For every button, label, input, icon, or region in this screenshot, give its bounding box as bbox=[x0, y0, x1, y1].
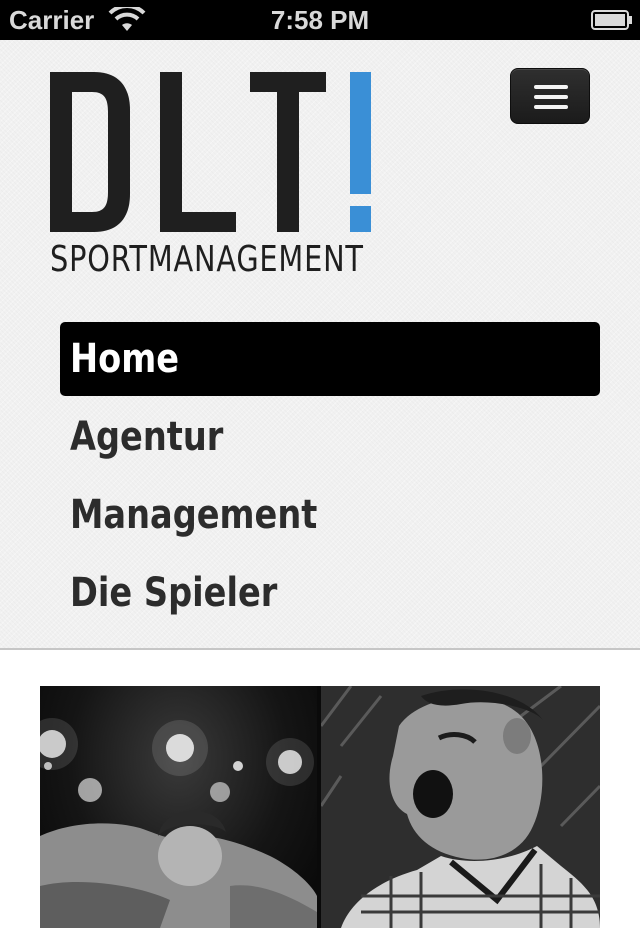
site-header: SPORTMANAGEMENT Home Agentur Management … bbox=[0, 40, 640, 650]
clock-time: 7:58 PM bbox=[270, 5, 370, 35]
battery-icon bbox=[591, 10, 632, 30]
player-push-up-photo bbox=[40, 686, 317, 928]
nav-item-home[interactable]: Home bbox=[60, 322, 600, 396]
nav-item-management[interactable]: Management bbox=[60, 478, 600, 552]
nav-item-label: Management bbox=[70, 492, 318, 538]
nav-item-die-spieler[interactable]: Die Spieler bbox=[60, 556, 600, 630]
menu-toggle-button[interactable] bbox=[510, 68, 590, 124]
site-logo[interactable]: SPORTMANAGEMENT bbox=[50, 72, 372, 282]
player-shouting-photo bbox=[321, 686, 600, 928]
hero-image bbox=[40, 686, 600, 928]
main-navigation: Home Agentur Management Die Spieler bbox=[60, 322, 600, 634]
nav-item-agentur[interactable]: Agentur bbox=[60, 400, 600, 474]
status-bar: Carrier 7:58 PM bbox=[0, 0, 640, 40]
nav-item-label: Home bbox=[70, 336, 180, 382]
logo-dlt-mark bbox=[50, 72, 371, 232]
nav-item-label: Agentur bbox=[70, 414, 224, 460]
nav-item-label: Die Spieler bbox=[70, 570, 278, 616]
logo-subtitle: SPORTMANAGEMENT bbox=[50, 239, 364, 280]
